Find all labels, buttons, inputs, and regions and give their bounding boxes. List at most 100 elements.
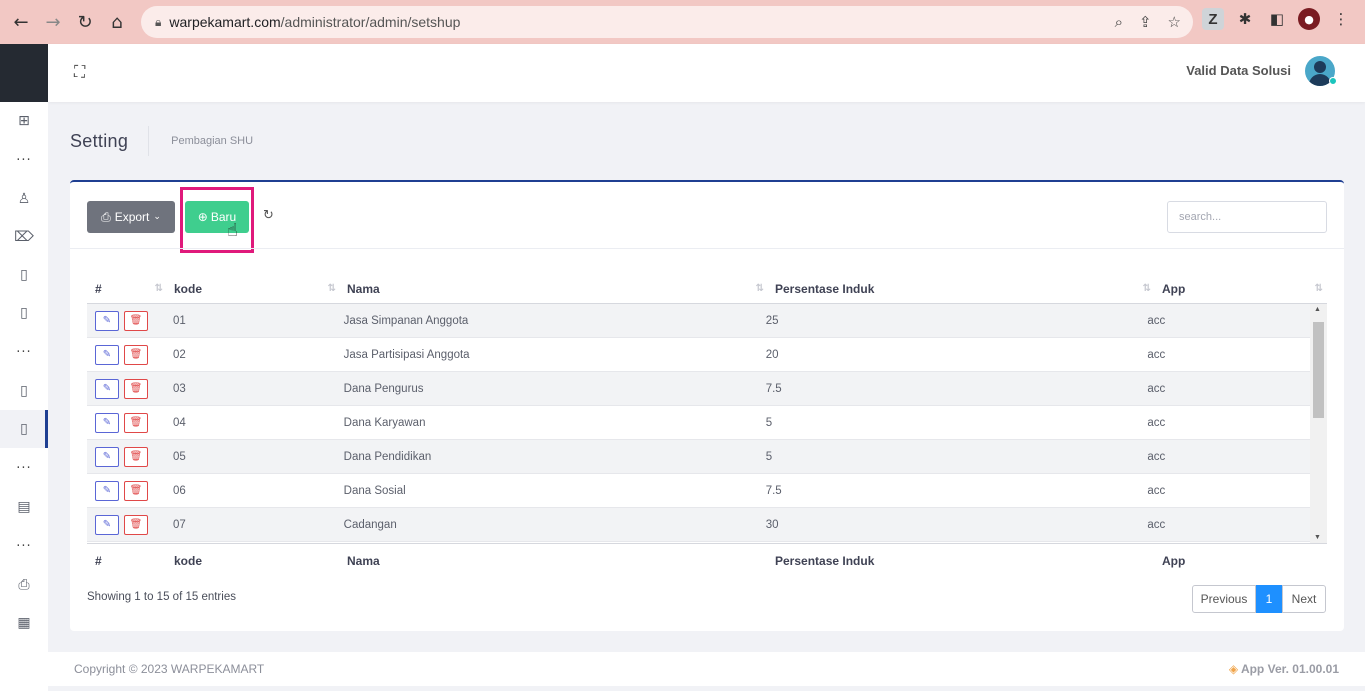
bookmark-star-icon[interactable]: ☆ <box>1168 13 1181 31</box>
sort-icon: ⇅ <box>1314 282 1323 294</box>
refresh-icon[interactable]: ↻ <box>263 208 274 223</box>
column-header[interactable]: Nama ⇅ <box>340 282 768 296</box>
breadcrumb: Pembagian SHU <box>171 135 254 147</box>
highlight-box <box>180 187 254 253</box>
address-bar[interactable]: 🔒︎ warpekamart.com/administrator/admin/s… <box>141 6 1193 38</box>
copyright-text: Copyright © 2023 WARPEKAMART <box>74 662 265 676</box>
table-info: Showing 1 to 15 of 15 entries <box>87 591 236 603</box>
table-row: ✎ 🗑︎ 02 Jasa Partisipasi Anggota 20 acc <box>87 338 1310 372</box>
row-actions: ✎ 🗑︎ <box>87 412 166 433</box>
previous-button[interactable]: Previous <box>1192 585 1256 613</box>
scroll-thumb[interactable] <box>1313 322 1324 418</box>
cell-persen: 5 <box>765 450 773 463</box>
cell-app: acc <box>1147 416 1166 429</box>
footer-column-label: kode <box>174 553 203 568</box>
zoom-icon[interactable]: ⌕ <box>1115 13 1123 31</box>
trash-icon[interactable]: 🗑︎ <box>124 480 148 501</box>
cell-nama: Jasa Simpanan Anggota <box>343 314 469 327</box>
extensions-area: Z ✱ ◧ ● ⋮ <box>1202 8 1352 30</box>
column-header[interactable]: kode ⇅ <box>167 282 340 296</box>
section-dots-icon: ··· <box>16 460 32 476</box>
cell-app: acc <box>1147 382 1166 395</box>
cell-persen: 25 <box>765 314 779 327</box>
z-extension-icon[interactable]: Z <box>1202 8 1224 30</box>
edit-icon[interactable]: ✎ <box>95 412 119 433</box>
edit-icon[interactable]: ✎ <box>95 446 119 467</box>
sort-icon: ⇅ <box>327 282 336 294</box>
file-icon[interactable]: ▯ <box>0 372 48 410</box>
page-1-button[interactable]: 1 <box>1256 585 1282 613</box>
cell-app: acc <box>1147 518 1166 531</box>
page-footer: Copyright © 2023 WARPEKAMART ◈ App Ver. … <box>48 652 1365 686</box>
spreadsheet-icon[interactable]: ▤ <box>0 488 48 526</box>
puzzle-icon[interactable]: ✱ <box>1234 8 1256 30</box>
file-icon[interactable]: ▯ <box>0 256 48 294</box>
fullscreen-icon[interactable]: ⛶ <box>74 62 85 82</box>
trash-icon[interactable]: 🗑︎ <box>124 514 148 535</box>
cell-kode: 06 <box>172 484 186 497</box>
dashboard-icon[interactable]: ⊞ <box>0 102 48 140</box>
home-icon[interactable]: ⌂ <box>108 12 126 33</box>
data-table: # ⇅ kode ⇅ Nama ⇅ Persentase Induk ⇅ App ⇅ ✎ 🗑… <box>87 274 1327 577</box>
page-title: Setting <box>70 130 129 151</box>
footer-column-label: Nama <box>347 553 380 568</box>
content-card: ⎙ Export ⌄ ⊕ Baru ☝ ↻ #⇅ kode⇅ Nama⇅ Per… <box>70 180 1344 631</box>
trash-icon[interactable]: 🗑︎ <box>124 310 148 331</box>
next-button[interactable]: Next <box>1282 585 1326 613</box>
cell-persen: 7.5 <box>765 382 782 395</box>
cell-app: acc <box>1147 484 1166 497</box>
browser-chrome: ← → ↻ ⌂ 🔒︎ warpekamart.com/administrator… <box>0 0 1365 44</box>
printer-icon[interactable]: ⎙ <box>0 566 48 604</box>
reload-icon[interactable]: ↻ <box>76 12 94 33</box>
url-path: /administrator/admin/setshup <box>280 14 461 30</box>
lock-icon: 🔒︎ <box>155 14 162 29</box>
section-dots-icon: ··· <box>16 344 32 360</box>
table-row: ✎ 🗑︎ 04 Dana Karyawan 5 acc <box>87 406 1310 440</box>
back-icon[interactable]: ← <box>12 12 30 33</box>
cell-nama: Dana Sosial <box>343 484 406 497</box>
user-name[interactable]: Valid Data Solusi <box>1186 63 1291 78</box>
share-icon[interactable]: ⇪ <box>1139 13 1152 31</box>
profile-avatar[interactable]: ● <box>1298 8 1320 30</box>
cell-nama: Cadangan <box>343 518 397 531</box>
edit-icon[interactable]: ✎ <box>95 310 119 331</box>
document-icon[interactable]: ▯ <box>0 294 48 332</box>
row-actions: ✎ 🗑︎ <box>87 378 166 399</box>
search-input[interactable] <box>1167 201 1327 233</box>
tag-icon[interactable]: ⌦ <box>0 218 48 256</box>
column-header[interactable]: # ⇅ <box>87 282 167 296</box>
trash-icon[interactable]: 🗑︎ <box>124 378 148 399</box>
edit-icon[interactable]: ✎ <box>95 378 119 399</box>
section-dots-icon: ··· <box>16 152 32 168</box>
column-header[interactable]: Persentase Induk ⇅ <box>768 282 1155 296</box>
version-text: ◈ App Ver. 01.00.01 <box>1228 662 1339 676</box>
trash-icon[interactable]: 🗑︎ <box>124 446 148 467</box>
browser-nav: ← → ↻ ⌂ <box>0 12 140 33</box>
row-actions: ✎ 🗑︎ <box>87 310 166 331</box>
row-actions: ✎ 🗑︎ <box>87 446 166 467</box>
active-file-icon[interactable]: ▯ <box>0 410 48 448</box>
cell-kode: 01 <box>172 314 186 327</box>
edit-icon[interactable]: ✎ <box>95 514 119 535</box>
subheader: Setting Pembagian SHU <box>70 126 253 156</box>
cell-kode: 02 <box>172 348 186 361</box>
cell-kode: 03 <box>172 382 186 395</box>
export-button[interactable]: ⎙ Export ⌄ <box>87 201 175 233</box>
column-header[interactable]: App ⇅ <box>1155 282 1327 296</box>
menu-kebab-icon[interactable]: ⋮ <box>1330 8 1352 30</box>
trash-icon[interactable]: 🗑︎ <box>124 344 148 365</box>
online-status-dot <box>1329 77 1337 85</box>
side-panel-icon[interactable]: ◧ <box>1266 8 1288 30</box>
forward-icon[interactable]: → <box>44 12 62 33</box>
edit-icon[interactable]: ✎ <box>95 480 119 501</box>
user-icon[interactable]: ♙ <box>0 180 48 218</box>
table-body[interactable]: ✎ 🗑︎ 01 Jasa Simpanan Anggota 25 acc ✎ 🗑︎ 02 Jasa… <box>87 304 1327 543</box>
cell-kode: 07 <box>172 518 186 531</box>
trash-icon[interactable]: 🗑︎ <box>124 412 148 433</box>
edit-icon[interactable]: ✎ <box>95 344 119 365</box>
hand-cursor-icon: ☝ <box>227 220 238 241</box>
pagination: Previous 1 Next <box>1192 585 1326 613</box>
building-icon[interactable]: ▦ <box>0 604 48 642</box>
table-footer: # kode Nama Persentase Induk App <box>87 543 1327 577</box>
vertical-scrollbar[interactable]: ▲ ▼ <box>1310 304 1327 543</box>
